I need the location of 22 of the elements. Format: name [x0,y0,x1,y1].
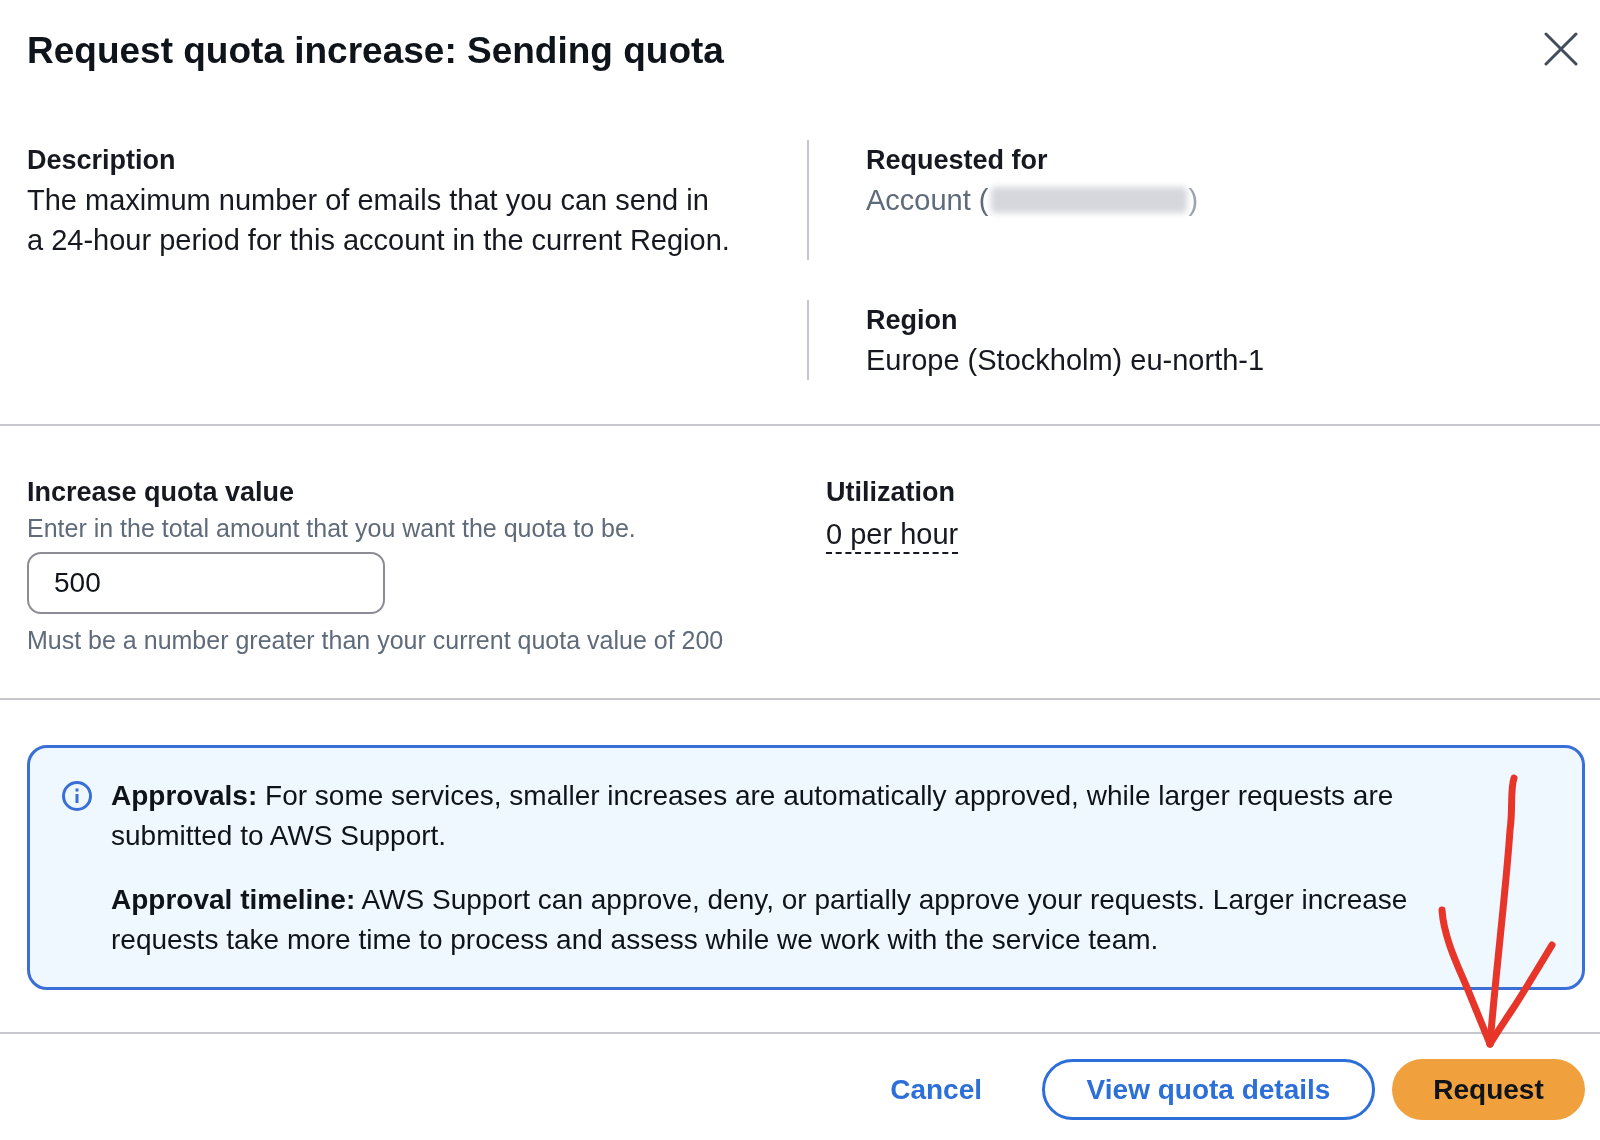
close-button[interactable] [1542,30,1580,68]
close-icon [1544,32,1578,66]
alert-paragraph: Approval timeline: AWS Support can approve, deny, or partially approve your requests. Larger increase requests take more time to process and assess while we work with the service team. [111,883,1409,957]
cancel-button[interactable]: Cancel [868,1059,1004,1120]
utilization-label: Utilization [826,476,955,509]
request-button[interactable]: Request [1392,1059,1585,1120]
quota-constraint: Must be a number greater than your current quota value of 200 [27,625,724,656]
field-value: Account ( [866,183,989,218]
field-label: Region [866,304,958,337]
quota-label: Increase quota value [27,476,295,509]
alert-paragraph: Approvals: For some services, smaller increases are automatically approved, while larger requests are submitted to AWS Support. [111,779,1395,853]
view-details-button[interactable]: View quota details [1042,1059,1375,1120]
field-label: Requested for [866,144,1048,177]
field-value-end: ) [1188,183,1199,218]
quota-input[interactable]: 500 [27,552,385,614]
utilization-value[interactable]: 0 per hour [826,516,959,554]
dialog-title: Request quota increase: Sending quota [27,29,724,73]
quota-hint: Enter in the total amount that you want the quota to be. [27,513,636,544]
info-icon [62,781,92,811]
description-label: Description [27,144,176,177]
field-value: Europe (Stockholm) eu-north-1 [866,343,1265,378]
description-text: The maximum number of emails that you can send in a 24-hour period for this account in the current Region. [27,183,731,258]
